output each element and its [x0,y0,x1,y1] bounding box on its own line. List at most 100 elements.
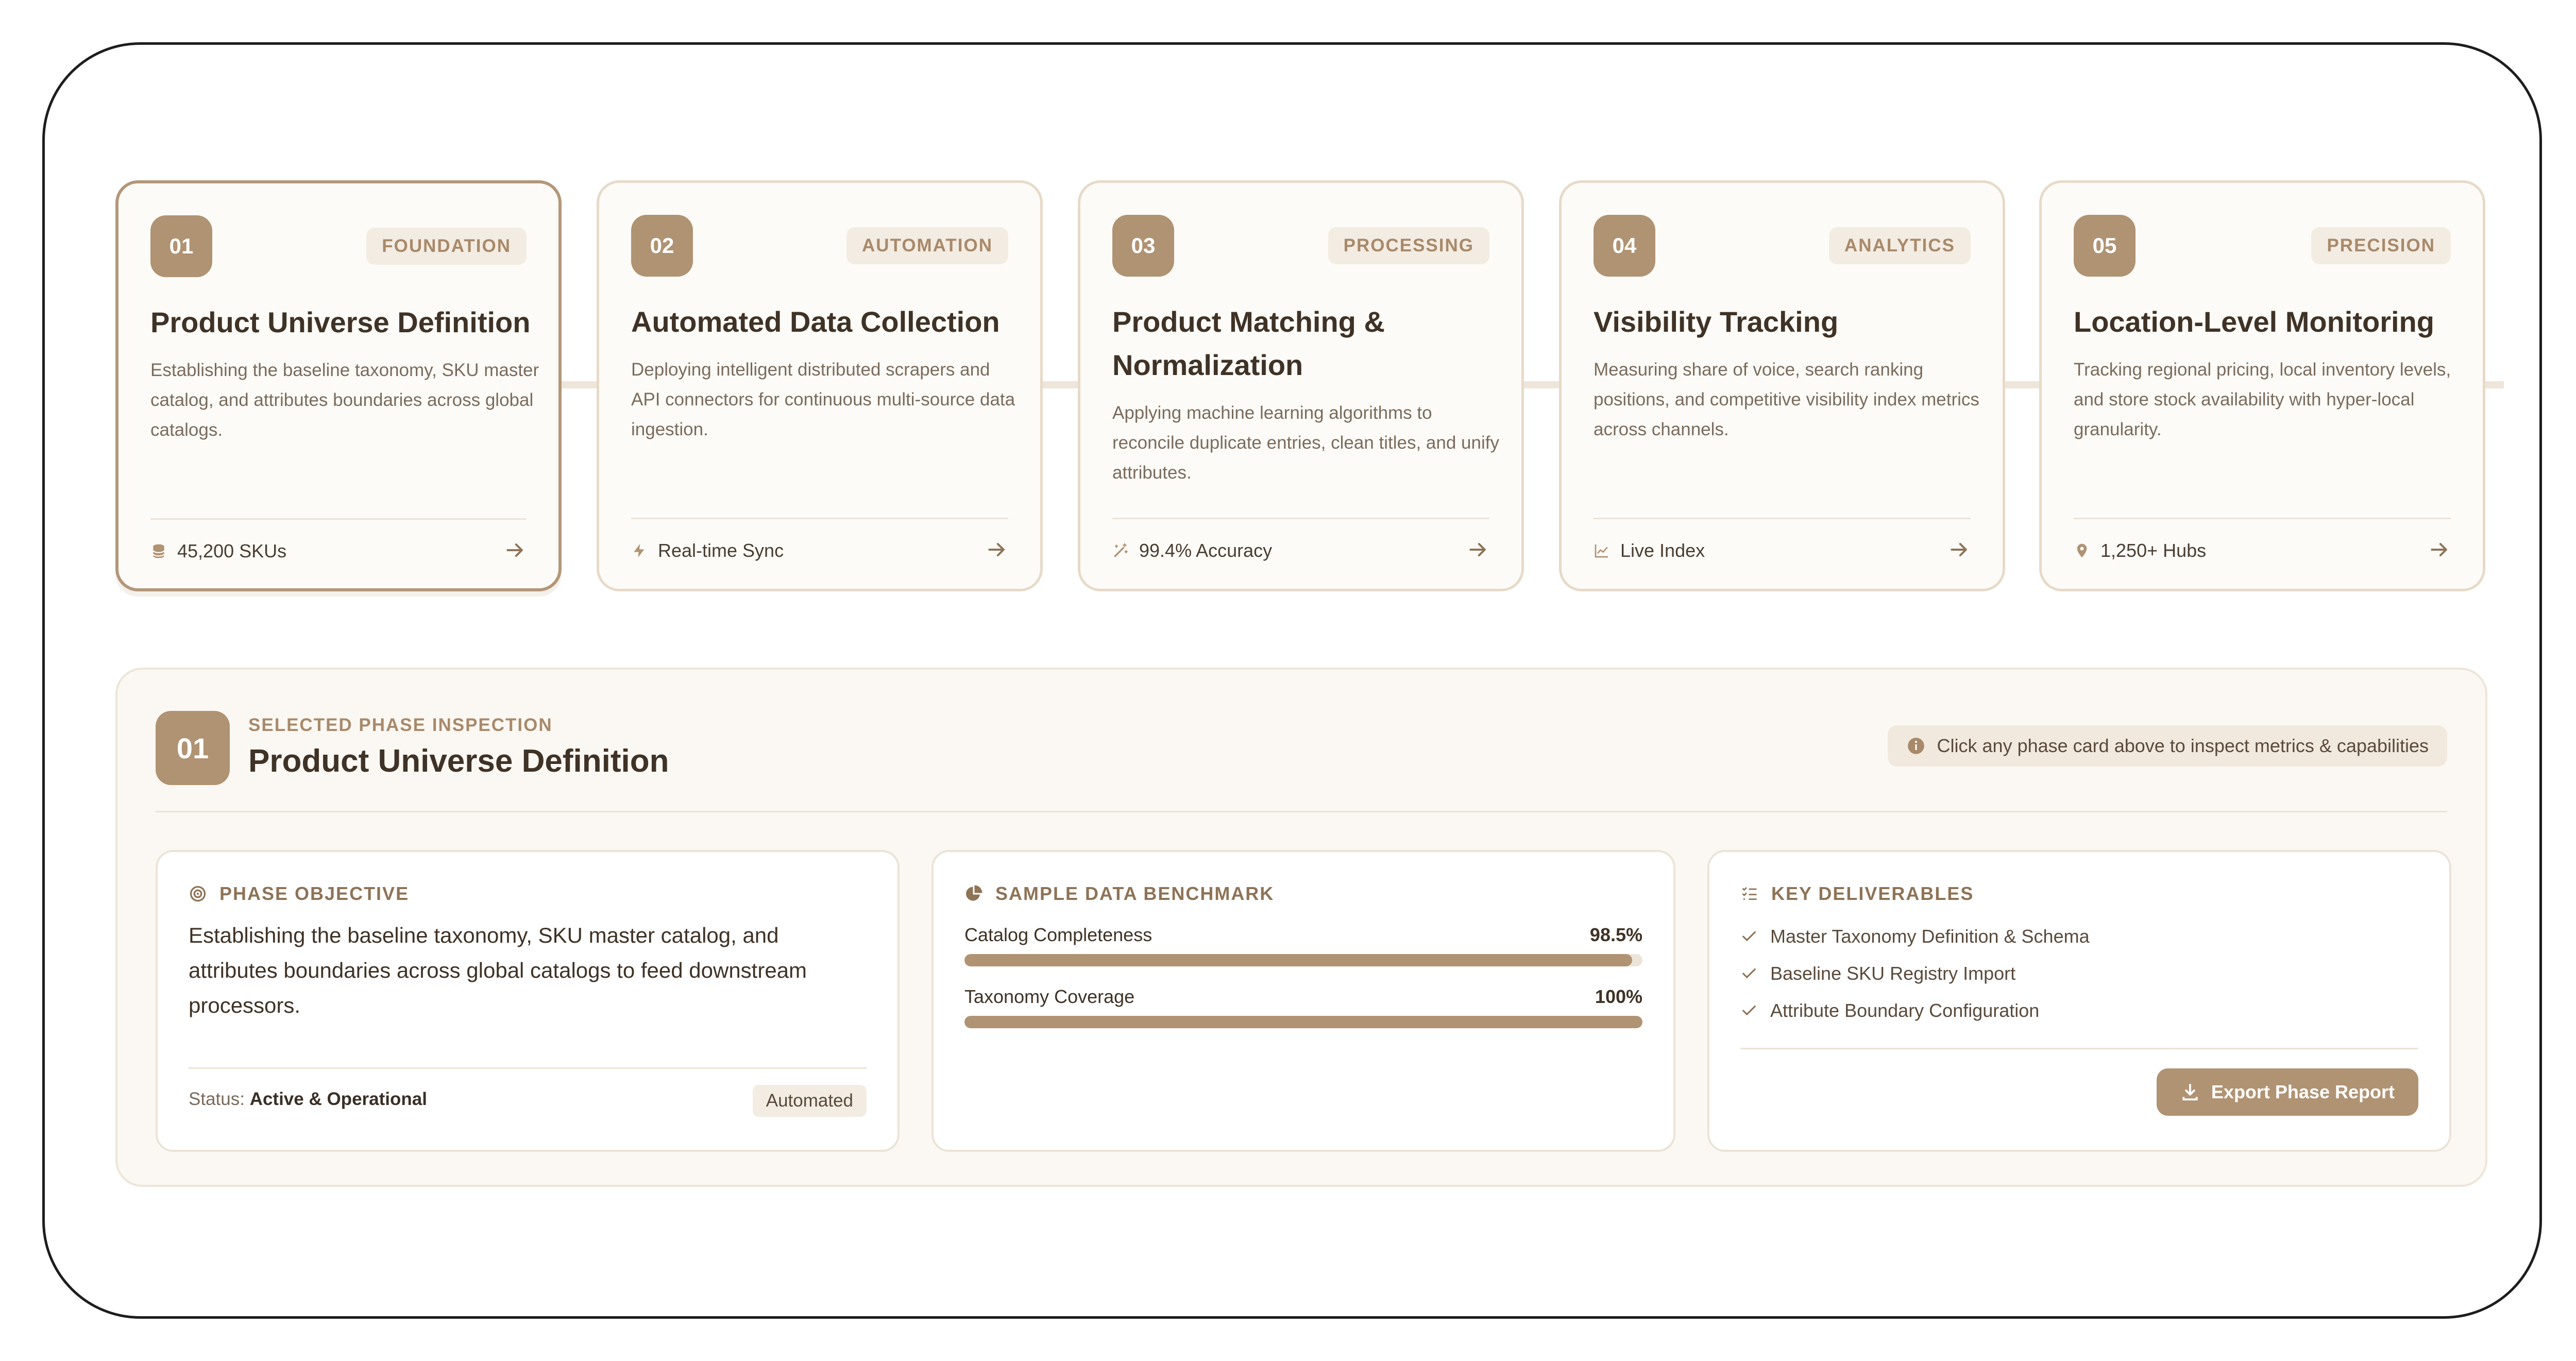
key-deliverables-box: KEY DELIVERABLES Master Taxonomy Definit… [1707,850,2451,1152]
benchmark-heading: SAMPLE DATA BENCHMARK [964,883,1274,905]
phase-tag: AUTOMATION [846,227,1008,264]
phase-number: 02 [631,215,693,277]
phase-description: Deploying intelligent distributed scrape… [631,360,1015,439]
phase-tag: FOUNDATION [366,228,527,265]
inspection-title: Product Universe Definition [248,743,669,779]
map-pin-icon [2077,543,2087,558]
phase-metric: 45,200 SKUs [150,537,286,566]
deliverable-text: Attribute Boundary Configuration [1770,1000,2040,1021]
phase-tag: PROCESSING [1328,227,1489,264]
lightning-icon [634,543,645,558]
objective-heading-text: PHASE OBJECTIVE [219,883,410,904]
phase-description: Tracking regional pricing, local invento… [2074,360,2451,439]
arrow-right-icon[interactable] [2428,538,2451,561]
checklist-icon [1742,887,1757,900]
phase-metric-label: 99.4% Accuracy [1139,540,1273,561]
phase-title: Location-Level Monitoring [2074,305,2434,338]
check-icon [1742,968,1756,979]
deliverables-list: Master Taxonomy Definition & Schema Base… [1740,918,2090,1029]
phase-tag: ANALYTICS [1828,227,1971,264]
phase-number: 05 [2074,215,2136,277]
arrow-right-icon[interactable] [504,539,527,562]
progress-fill [964,954,1633,966]
arrow-right-icon[interactable] [1948,538,1971,561]
benchmark-label: Taxonomy Coverage [964,986,1135,1007]
phase-card-1[interactable]: 01 FOUNDATION Product Universe Definitio… [115,180,562,591]
deliverable-item: Attribute Boundary Configuration [1740,992,2090,1029]
target-icon [190,886,206,902]
phase-metric-label: 45,200 SKUs [177,540,287,562]
selected-phase-number: 01 [156,711,230,785]
phase-title: Automated Data Collection [631,305,1000,338]
benchmark-item-taxonomy: Taxonomy Coverage 100% [964,986,1642,1028]
card-divider [631,518,1008,519]
card-divider [1594,518,1971,519]
objective-heading: PHASE OBJECTIVE [189,883,409,905]
pie-chart-icon [966,885,982,901]
info-icon [1907,738,1924,754]
inspection-label: SELECTED PHASE INSPECTION [248,715,553,735]
phase-metric-label: 1,250+ Hubs [2100,540,2207,561]
phase-objective-box: PHASE OBJECTIVE Establishing the baselin… [156,850,900,1152]
inspection-hint: Click any phase card above to inspect me… [1887,725,2447,767]
export-phase-report-button[interactable]: Export Phase Report [2156,1068,2418,1116]
database-icon [152,544,165,558]
progress-track [964,954,1642,966]
progress-fill [964,1016,1642,1028]
inspection-hint-text: Click any phase card above to inspect me… [1937,735,2429,756]
deliverables-divider [1740,1048,2418,1049]
magic-wand-icon [1114,543,1128,557]
phase-number: 03 [1112,215,1174,277]
phase-metric-label: Real-time Sync [658,540,784,561]
phase-description: Applying machine learning algorithms to … [1112,403,1499,483]
check-icon [1742,931,1756,942]
phase-card-3[interactable]: 03 PROCESSING Product Matching & Normali… [1078,180,1524,591]
phase-card-2[interactable]: 02 AUTOMATION Automated Data Collection … [597,180,1043,591]
benchmark-value: 100% [1595,986,1642,1007]
card-divider [150,518,527,520]
deliverable-text: Master Taxonomy Definition & Schema [1770,926,2090,947]
deliverables-heading-text: KEY DELIVERABLES [1771,883,1974,904]
phase-cards: 01 FOUNDATION Product Universe Definitio… [115,180,2485,591]
download-icon [2182,1083,2198,1101]
line-chart-icon [1595,545,1608,558]
phase-inspection-panel: 01 SELECTED PHASE INSPECTION Product Uni… [115,668,2487,1187]
phase-card-4[interactable]: 04 ANALYTICS Visibility Tracking Measuri… [1559,180,2005,591]
phase-metric: 1,250+ Hubs [2074,536,2206,565]
benchmark-item-catalog: Catalog Completeness 98.5% [964,924,1642,966]
deliverable-text: Baseline SKU Registry Import [1770,963,2016,984]
objective-divider [189,1067,867,1069]
deliverables-heading: KEY DELIVERABLES [1740,883,1974,905]
phase-title: Product Universe Definition [150,306,531,338]
automated-badge: Automated [752,1085,867,1117]
arrow-right-icon[interactable] [1467,538,1489,561]
objective-text: Establishing the baseline taxonomy, SKU … [189,923,807,1017]
arrow-right-icon[interactable] [986,538,1008,561]
phase-metric-label: Live Index [1620,540,1705,561]
phase-metric: Live Index [1594,536,1705,565]
status-line: Status: Active & Operational [189,1089,427,1110]
card-divider [2074,518,2451,519]
card-divider [1112,518,1489,519]
sample-benchmark-box: SAMPLE DATA BENCHMARK Catalog Completene… [931,850,1675,1152]
phase-metric: Real-time Sync [631,536,784,565]
phase-title: Product Matching & Normalization [1112,305,1385,381]
phase-title: Visibility Tracking [1594,305,1839,338]
benchmark-value: 98.5% [1589,924,1642,945]
export-label: Export Phase Report [2211,1081,2395,1102]
benchmark-label: Catalog Completeness [964,924,1153,945]
panel-divider [156,811,2447,812]
check-icon [1742,1005,1756,1016]
deliverable-item: Master Taxonomy Definition & Schema [1740,918,2090,955]
status-value: Active & Operational [249,1089,427,1109]
phase-number: 01 [150,215,212,277]
phase-description: Measuring share of voice, search ranking… [1594,360,1979,439]
phase-number: 04 [1594,215,1655,277]
status-label: Status: [189,1089,245,1109]
phase-card-5[interactable]: 05 PRECISION Location-Level Monitoring T… [2039,180,2485,591]
phase-tag: PRECISION [2311,227,2451,264]
progress-track [964,1016,1642,1028]
deliverable-item: Baseline SKU Registry Import [1740,955,2090,992]
phase-description: Establishing the baseline taxonomy, SKU … [150,360,539,440]
phase-metric: 99.4% Accuracy [1112,536,1272,565]
